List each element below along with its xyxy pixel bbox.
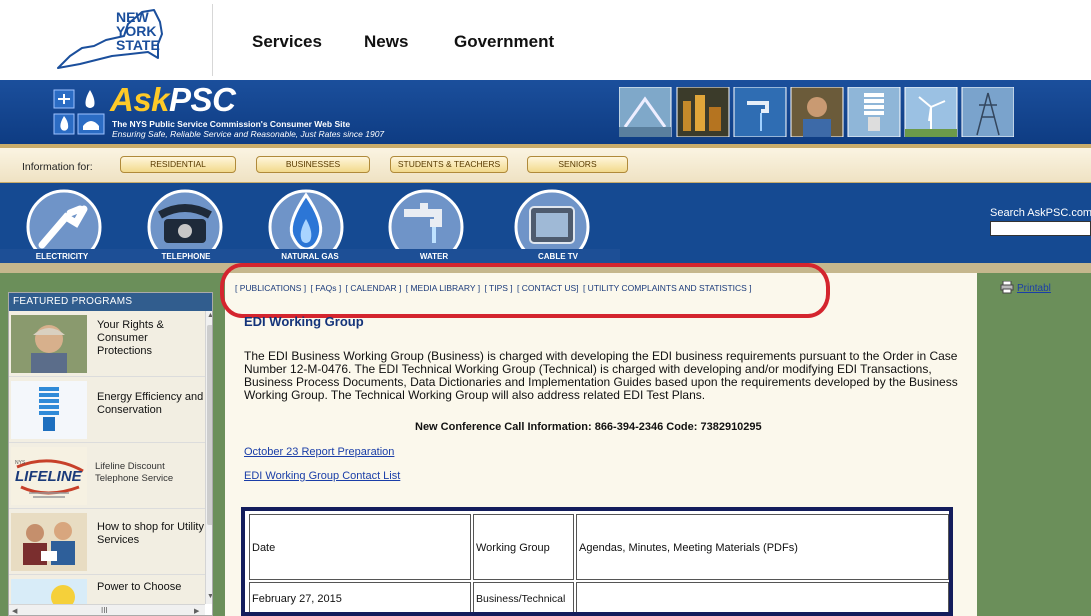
photo-phone-man-icon [790, 87, 844, 137]
utility-symbols-icon [53, 89, 105, 135]
scroll-up-arrow-icon[interactable]: ▲ [207, 312, 212, 319]
sidebar-vertical-scrollbar[interactable]: ▲ ▼ [205, 311, 212, 604]
audience-residential-button[interactable]: RESIDENTIAL [120, 156, 236, 173]
utility-nav-bar: ELECTRICITY TELEPHONE NATURAL GAS WATER … [0, 183, 1091, 263]
program-label-energy-efficiency: Energy Efficiency and Conservation [97, 391, 204, 416]
contact-list-link[interactable]: EDI Working Group Contact List [244, 470, 400, 482]
utility-label-natural-gas[interactable]: NATURAL GAS [248, 252, 372, 261]
program-label-shop-utility: How to shop for Utility Services [97, 521, 204, 546]
table-cell-date: February 27, 2015 [249, 582, 471, 612]
header-divider [212, 4, 213, 76]
table-header-working-group: Working Group [473, 514, 574, 580]
featured-programs-panel: FEATURED PROGRAMS Your Rights & Consumer… [8, 292, 213, 616]
intro-paragraph: The EDI Business Working Group (Business… [244, 349, 958, 402]
askpsc-title-psc: PSC [169, 81, 236, 118]
program-item-lifeline[interactable]: NYS LIFELINE Lifeline Discount Telephone… [9, 443, 205, 509]
banner-photo-strip [619, 87, 1014, 137]
nav-services-link[interactable]: Services [252, 32, 322, 52]
photo-bridge-icon [619, 87, 672, 137]
table-header-date: Date [249, 514, 471, 580]
cfl-bulb-icon [11, 381, 87, 439]
audience-students-teachers-button[interactable]: STUDENTS & TEACHERS [390, 156, 508, 173]
elderly-man-photo-icon [11, 315, 87, 373]
printer-icon[interactable] [1000, 281, 1014, 294]
askpsc-banner: AskPSC The NYS Public Service Commission… [0, 80, 1091, 144]
askpsc-logo-title[interactable]: AskPSC [110, 81, 236, 119]
program-label-lifeline: Lifeline Discount Telephone Service [95, 461, 174, 484]
search-input[interactable] [990, 221, 1091, 236]
nav-government-link[interactable]: Government [454, 32, 554, 52]
conference-call-label: New Conference Call Information: [415, 421, 592, 433]
meeting-schedule-table: Date Working Group Agendas, Minutes, Mee… [241, 507, 953, 616]
left-sidebar: FEATURED PROGRAMS Your Rights & Consumer… [0, 273, 225, 616]
photo-wind-turbine-icon [904, 87, 958, 137]
nav-news-link[interactable]: News [364, 32, 408, 52]
lifeline-logo-icon: NYS LIFELINE [11, 447, 87, 505]
program-item-energy-efficiency[interactable]: Energy Efficiency and Conservation [9, 377, 205, 443]
scrollbar-thumb[interactable] [207, 325, 212, 525]
utility-label-water[interactable]: WATER [372, 252, 496, 261]
conference-call-number: 866-394-2346 Code: 7382910295 [591, 421, 762, 433]
scroll-grip-label: III [101, 606, 108, 615]
utility-icons-group [0, 189, 620, 263]
program-item-consumer-rights[interactable]: Your Rights & Consumer Protections [9, 311, 205, 377]
printable-link[interactable]: Printabl [1017, 283, 1051, 294]
logo-word-3: STATE [116, 37, 160, 53]
photo-city-icon [676, 87, 730, 137]
svg-text:LIFELINE: LIFELINE [15, 468, 83, 485]
utility-label-electricity[interactable]: ELECTRICITY [0, 252, 124, 261]
scroll-left-arrow-icon[interactable]: ◀ [12, 607, 17, 615]
sidebar-horizontal-scrollbar[interactable]: ◀ III ▶ [9, 604, 205, 615]
october-report-link[interactable]: October 23 Report Preparation [244, 446, 394, 458]
program-label-power-to-choose: Power to Choose [97, 581, 182, 593]
scroll-down-arrow-icon[interactable]: ▼ [207, 593, 212, 600]
scroll-right-arrow-icon[interactable]: ▶ [194, 607, 199, 615]
audience-bar: Information for: RESIDENTIAL BUSINESSES … [0, 148, 1091, 183]
svg-text:NYS: NYS [15, 460, 26, 466]
page-title: EDI Working Group [244, 314, 364, 329]
banner-subtitle: The NYS Public Service Commission's Cons… [112, 119, 351, 129]
photo-faucet-icon [733, 87, 787, 137]
right-panel [977, 273, 1091, 616]
program-item-shop-utility[interactable]: How to shop for Utility Services [9, 509, 205, 575]
table-cell-materials [576, 582, 949, 612]
utility-label-cable-tv[interactable]: CABLE TV [496, 252, 620, 261]
search-label: Search AskPSC.com [990, 207, 1091, 219]
nys-logo[interactable]: NEW YORK STATE [50, 4, 200, 74]
couple-shopping-photo-icon [11, 513, 87, 571]
table-header-materials: Agendas, Minutes, Meeting Materials (PDF… [576, 514, 949, 580]
featured-programs-title: FEATURED PROGRAMS [9, 293, 212, 311]
program-label-consumer-rights: Your Rights & Consumer Protections [97, 319, 164, 357]
conference-call-info: New Conference Call Information: 866-394… [415, 421, 762, 433]
photo-power-tower-icon [961, 87, 1014, 137]
nys-header: NEW YORK STATE Services News Government [0, 0, 1091, 80]
table-cell-working-group: Business/Technical [473, 582, 574, 612]
photo-cfl-bulb-icon [847, 87, 901, 137]
red-highlight-annotation [220, 263, 830, 318]
audience-bar-label: Information for: [22, 161, 93, 173]
audience-businesses-button[interactable]: BUSINESSES [256, 156, 370, 173]
audience-seniors-button[interactable]: SENIORS [527, 156, 628, 173]
utility-label-telephone[interactable]: TELEPHONE [124, 252, 248, 261]
askpsc-title-ask: Ask [110, 81, 170, 118]
banner-tagline: Ensuring Safe, Reliable Service and Reas… [112, 129, 385, 139]
